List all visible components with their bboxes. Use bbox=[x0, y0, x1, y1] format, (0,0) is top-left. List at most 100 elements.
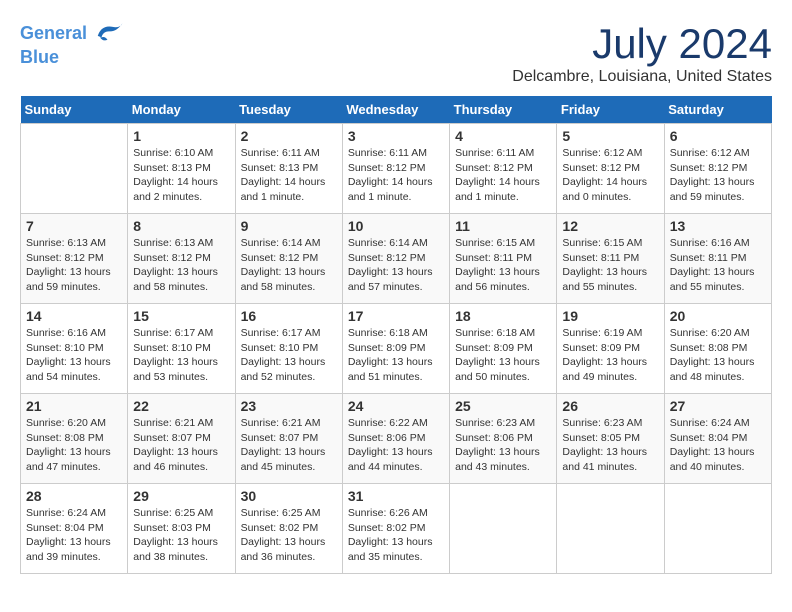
day-number: 7 bbox=[26, 218, 122, 234]
calendar-table: SundayMondayTuesdayWednesdayThursdayFrid… bbox=[20, 96, 772, 574]
calendar-cell: 2 Sunrise: 6:11 AM Sunset: 8:13 PM Daylig… bbox=[235, 124, 342, 214]
calendar-weekday-tuesday: Tuesday bbox=[235, 96, 342, 124]
day-number: 27 bbox=[670, 398, 766, 414]
day-number: 9 bbox=[241, 218, 337, 234]
day-info: Sunrise: 6:13 AM Sunset: 8:12 PM Dayligh… bbox=[133, 236, 229, 295]
calendar-weekday-sunday: Sunday bbox=[21, 96, 128, 124]
day-info: Sunrise: 6:17 AM Sunset: 8:10 PM Dayligh… bbox=[241, 326, 337, 385]
day-number: 2 bbox=[241, 128, 337, 144]
calendar-cell: 10 Sunrise: 6:14 AM Sunset: 8:12 PM Dayli… bbox=[342, 214, 449, 304]
day-info: Sunrise: 6:10 AM Sunset: 8:13 PM Dayligh… bbox=[133, 146, 229, 205]
day-info: Sunrise: 6:13 AM Sunset: 8:12 PM Dayligh… bbox=[26, 236, 122, 295]
day-number: 26 bbox=[562, 398, 658, 414]
calendar-cell: 5Sunrise: 6:12 AM Sunset: 8:12 PM Daylig… bbox=[557, 124, 664, 214]
calendar-cell: 3 Sunrise: 6:11 AM Sunset: 8:12 PM Daylig… bbox=[342, 124, 449, 214]
day-number: 19 bbox=[562, 308, 658, 324]
day-number: 23 bbox=[241, 398, 337, 414]
day-info: Sunrise: 6:15 AM Sunset: 8:11 PM Dayligh… bbox=[455, 236, 551, 295]
calendar-cell: 13 Sunrise: 6:16 AM Sunset: 8:11 PM Dayli… bbox=[664, 214, 771, 304]
calendar-cell: 30 Sunrise: 6:25 AM Sunset: 8:02 PM Dayli… bbox=[235, 484, 342, 574]
day-number: 18 bbox=[455, 308, 551, 324]
calendar-cell bbox=[450, 484, 557, 574]
calendar-cell: 24Sunrise: 6:22 AM Sunset: 8:06 PM Dayli… bbox=[342, 394, 449, 484]
calendar-cell: 4Sunrise: 6:11 AM Sunset: 8:12 PM Daylig… bbox=[450, 124, 557, 214]
calendar-body: 1 Sunrise: 6:10 AM Sunset: 8:13 PM Daylig… bbox=[21, 124, 772, 574]
day-info: Sunrise: 6:17 AM Sunset: 8:10 PM Dayligh… bbox=[133, 326, 229, 385]
calendar-cell: 19 Sunrise: 6:19 AM Sunset: 8:09 PM Dayli… bbox=[557, 304, 664, 394]
calendar-cell: 21Sunrise: 6:20 AM Sunset: 8:08 PM Dayli… bbox=[21, 394, 128, 484]
calendar-cell bbox=[557, 484, 664, 574]
calendar-cell: 23 Sunrise: 6:21 AM Sunset: 8:07 PM Dayli… bbox=[235, 394, 342, 484]
calendar-cell: 27Sunrise: 6:24 AM Sunset: 8:04 PM Dayli… bbox=[664, 394, 771, 484]
calendar-header-row: SundayMondayTuesdayWednesdayThursdayFrid… bbox=[21, 96, 772, 124]
calendar-cell bbox=[664, 484, 771, 574]
calendar-cell: 17Sunrise: 6:18 AM Sunset: 8:09 PM Dayli… bbox=[342, 304, 449, 394]
day-info: Sunrise: 6:23 AM Sunset: 8:06 PM Dayligh… bbox=[455, 416, 551, 475]
calendar-cell: 7 Sunrise: 6:13 AM Sunset: 8:12 PM Daylig… bbox=[21, 214, 128, 304]
calendar-cell: 11 Sunrise: 6:15 AM Sunset: 8:11 PM Dayli… bbox=[450, 214, 557, 304]
day-number: 15 bbox=[133, 308, 229, 324]
calendar-cell: 20 Sunrise: 6:20 AM Sunset: 8:08 PM Dayli… bbox=[664, 304, 771, 394]
day-number: 12 bbox=[562, 218, 658, 234]
logo-text: General bbox=[20, 20, 124, 48]
day-info: Sunrise: 6:20 AM Sunset: 8:08 PM Dayligh… bbox=[670, 326, 766, 385]
calendar-cell: 22 Sunrise: 6:21 AM Sunset: 8:07 PM Dayli… bbox=[128, 394, 235, 484]
day-info: Sunrise: 6:18 AM Sunset: 8:09 PM Dayligh… bbox=[348, 326, 444, 385]
calendar-cell: 29 Sunrise: 6:25 AM Sunset: 8:03 PM Dayli… bbox=[128, 484, 235, 574]
day-number: 25 bbox=[455, 398, 551, 414]
page-header: General Blue July 2024 Delcambre, Louisi… bbox=[20, 20, 772, 86]
calendar-weekday-friday: Friday bbox=[557, 96, 664, 124]
day-info: Sunrise: 6:16 AM Sunset: 8:11 PM Dayligh… bbox=[670, 236, 766, 295]
calendar-cell: 15 Sunrise: 6:17 AM Sunset: 8:10 PM Dayli… bbox=[128, 304, 235, 394]
day-info: Sunrise: 6:12 AM Sunset: 8:12 PM Dayligh… bbox=[670, 146, 766, 205]
calendar-cell: 1 Sunrise: 6:10 AM Sunset: 8:13 PM Daylig… bbox=[128, 124, 235, 214]
calendar-cell: 18 Sunrise: 6:18 AM Sunset: 8:09 PM Dayli… bbox=[450, 304, 557, 394]
day-number: 14 bbox=[26, 308, 122, 324]
calendar-cell: 12Sunrise: 6:15 AM Sunset: 8:11 PM Dayli… bbox=[557, 214, 664, 304]
day-info: Sunrise: 6:11 AM Sunset: 8:12 PM Dayligh… bbox=[348, 146, 444, 205]
location: Delcambre, Louisiana, United States bbox=[512, 68, 772, 86]
calendar-weekday-thursday: Thursday bbox=[450, 96, 557, 124]
day-info: Sunrise: 6:14 AM Sunset: 8:12 PM Dayligh… bbox=[348, 236, 444, 295]
day-info: Sunrise: 6:26 AM Sunset: 8:02 PM Dayligh… bbox=[348, 506, 444, 565]
calendar-cell: 14Sunrise: 6:16 AM Sunset: 8:10 PM Dayli… bbox=[21, 304, 128, 394]
day-info: Sunrise: 6:25 AM Sunset: 8:03 PM Dayligh… bbox=[133, 506, 229, 565]
day-number: 29 bbox=[133, 488, 229, 504]
day-info: Sunrise: 6:18 AM Sunset: 8:09 PM Dayligh… bbox=[455, 326, 551, 385]
day-number: 30 bbox=[241, 488, 337, 504]
calendar-cell: 9 Sunrise: 6:14 AM Sunset: 8:12 PM Daylig… bbox=[235, 214, 342, 304]
day-info: Sunrise: 6:21 AM Sunset: 8:07 PM Dayligh… bbox=[133, 416, 229, 475]
calendar-week-row: 7 Sunrise: 6:13 AM Sunset: 8:12 PM Daylig… bbox=[21, 214, 772, 304]
day-info: Sunrise: 6:20 AM Sunset: 8:08 PM Dayligh… bbox=[26, 416, 122, 475]
day-info: Sunrise: 6:24 AM Sunset: 8:04 PM Dayligh… bbox=[26, 506, 122, 565]
day-number: 6 bbox=[670, 128, 766, 144]
day-number: 8 bbox=[133, 218, 229, 234]
month-title: July 2024 bbox=[512, 20, 772, 68]
day-number: 13 bbox=[670, 218, 766, 234]
day-number: 11 bbox=[455, 218, 551, 234]
day-info: Sunrise: 6:25 AM Sunset: 8:02 PM Dayligh… bbox=[241, 506, 337, 565]
day-number: 1 bbox=[133, 128, 229, 144]
day-info: Sunrise: 6:23 AM Sunset: 8:05 PM Dayligh… bbox=[562, 416, 658, 475]
calendar-cell bbox=[21, 124, 128, 214]
logo-bird-icon bbox=[94, 20, 124, 48]
calendar-week-row: 14Sunrise: 6:16 AM Sunset: 8:10 PM Dayli… bbox=[21, 304, 772, 394]
calendar-cell: 25 Sunrise: 6:23 AM Sunset: 8:06 PM Dayli… bbox=[450, 394, 557, 484]
day-number: 28 bbox=[26, 488, 122, 504]
day-number: 20 bbox=[670, 308, 766, 324]
day-number: 3 bbox=[348, 128, 444, 144]
day-info: Sunrise: 6:21 AM Sunset: 8:07 PM Dayligh… bbox=[241, 416, 337, 475]
day-number: 31 bbox=[348, 488, 444, 504]
day-info: Sunrise: 6:11 AM Sunset: 8:13 PM Dayligh… bbox=[241, 146, 337, 205]
day-info: Sunrise: 6:14 AM Sunset: 8:12 PM Dayligh… bbox=[241, 236, 337, 295]
calendar-week-row: 21Sunrise: 6:20 AM Sunset: 8:08 PM Dayli… bbox=[21, 394, 772, 484]
day-info: Sunrise: 6:19 AM Sunset: 8:09 PM Dayligh… bbox=[562, 326, 658, 385]
day-number: 22 bbox=[133, 398, 229, 414]
calendar-cell: 31 Sunrise: 6:26 AM Sunset: 8:02 PM Dayli… bbox=[342, 484, 449, 574]
calendar-weekday-monday: Monday bbox=[128, 96, 235, 124]
day-number: 10 bbox=[348, 218, 444, 234]
calendar-week-row: 1 Sunrise: 6:10 AM Sunset: 8:13 PM Daylig… bbox=[21, 124, 772, 214]
title-section: July 2024 Delcambre, Louisiana, United S… bbox=[512, 20, 772, 86]
day-info: Sunrise: 6:12 AM Sunset: 8:12 PM Dayligh… bbox=[562, 146, 658, 205]
calendar-weekday-saturday: Saturday bbox=[664, 96, 771, 124]
